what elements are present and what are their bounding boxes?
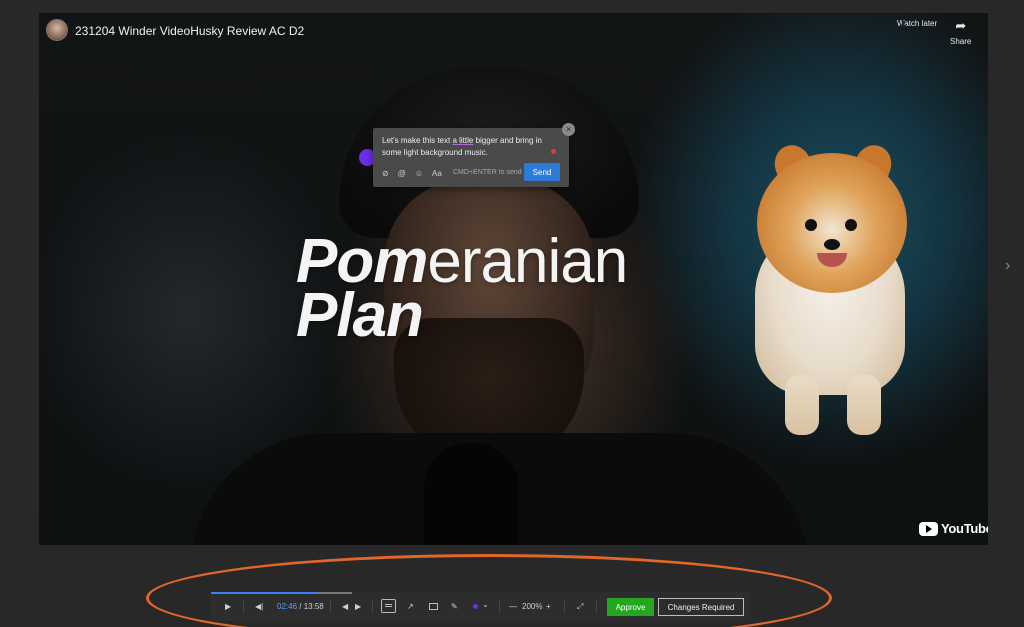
send-button[interactable]: Send: [524, 163, 560, 181]
video-player[interactable]: Pomeranian Plan 231204 Winder VideoHusky…: [39, 13, 988, 545]
next-page-arrow-icon[interactable]: ›: [1005, 257, 1010, 275]
video-title[interactable]: 231204 Winder VideoHusky Review AC D2: [75, 24, 304, 38]
youtube-logo[interactable]: YouTube: [919, 521, 988, 536]
watch-later-button[interactable]: Watch later: [897, 19, 937, 28]
youtube-wordmark: YouTube: [941, 521, 988, 536]
channel-avatar[interactable]: [46, 19, 68, 41]
attachment-icon[interactable]: ⊘: [382, 169, 389, 178]
recording-dot-icon: [551, 149, 556, 154]
close-icon[interactable]: ×: [562, 123, 575, 136]
pomeranian-image: [747, 140, 917, 445]
text-format-icon[interactable]: Aa: [432, 169, 442, 178]
headline-rest: eranian: [427, 227, 628, 296]
comment-text-part1: Let's make this text: [382, 136, 453, 145]
comment-toolbar: ⊘ @ ☺ Aa: [382, 169, 442, 178]
comment-popup: Let's make this text a little bigger and…: [373, 128, 569, 187]
share-icon: ➦: [955, 18, 967, 33]
youtube-play-icon: [919, 521, 938, 536]
share-button[interactable]: ➦ Share: [950, 18, 972, 47]
emoji-icon[interactable]: ☺: [415, 169, 423, 178]
annotation-ellipse: [146, 554, 832, 627]
mention-icon[interactable]: @: [398, 169, 406, 178]
comment-text-underlined: a little: [452, 136, 474, 145]
video-headline: Pomeranian Plan: [296, 231, 628, 350]
comment-text[interactable]: Let's make this text a little bigger and…: [382, 135, 554, 159]
microphone: [424, 443, 519, 545]
share-label: Share: [950, 37, 972, 46]
headline-line2: Plan: [296, 281, 424, 350]
send-shortcut-hint: CMD+ENTER to send: [453, 169, 522, 176]
